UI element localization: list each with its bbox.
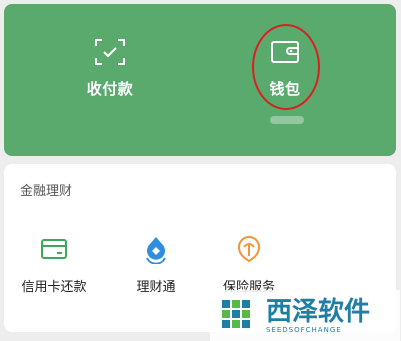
pay-receive-label: 收付款 <box>86 80 134 98</box>
section-title: 金融理财 <box>20 184 73 199</box>
watermark: 西泽软件 SEEDSOFCHANGE <box>210 290 400 341</box>
insurance-service-button[interactable]: 保险服务 <box>204 232 294 295</box>
wallet-icon <box>265 34 305 70</box>
service-label: 理财通 <box>136 280 176 295</box>
credit-card-repayment-button[interactable]: 信用卡还款 <box>14 232 94 295</box>
watermark-logo-icon <box>218 296 258 336</box>
insurance-icon <box>231 232 267 266</box>
credit-card-icon <box>36 232 72 266</box>
watermark-subtitle: SEEDSOFCHANGE <box>266 325 342 334</box>
licaitong-button[interactable]: 理财通 <box>116 232 196 295</box>
watermark-title: 西泽软件 <box>266 296 371 327</box>
pay-receive-button[interactable]: 收付款 <box>45 34 175 99</box>
scan-icon <box>90 34 130 70</box>
service-label: 信用卡还款 <box>21 280 87 295</box>
wallet-label: 钱包 <box>269 80 301 98</box>
licaitong-icon <box>138 232 174 266</box>
wallet-indicator <box>270 116 304 124</box>
wallet-button[interactable]: 钱包 <box>220 34 350 99</box>
